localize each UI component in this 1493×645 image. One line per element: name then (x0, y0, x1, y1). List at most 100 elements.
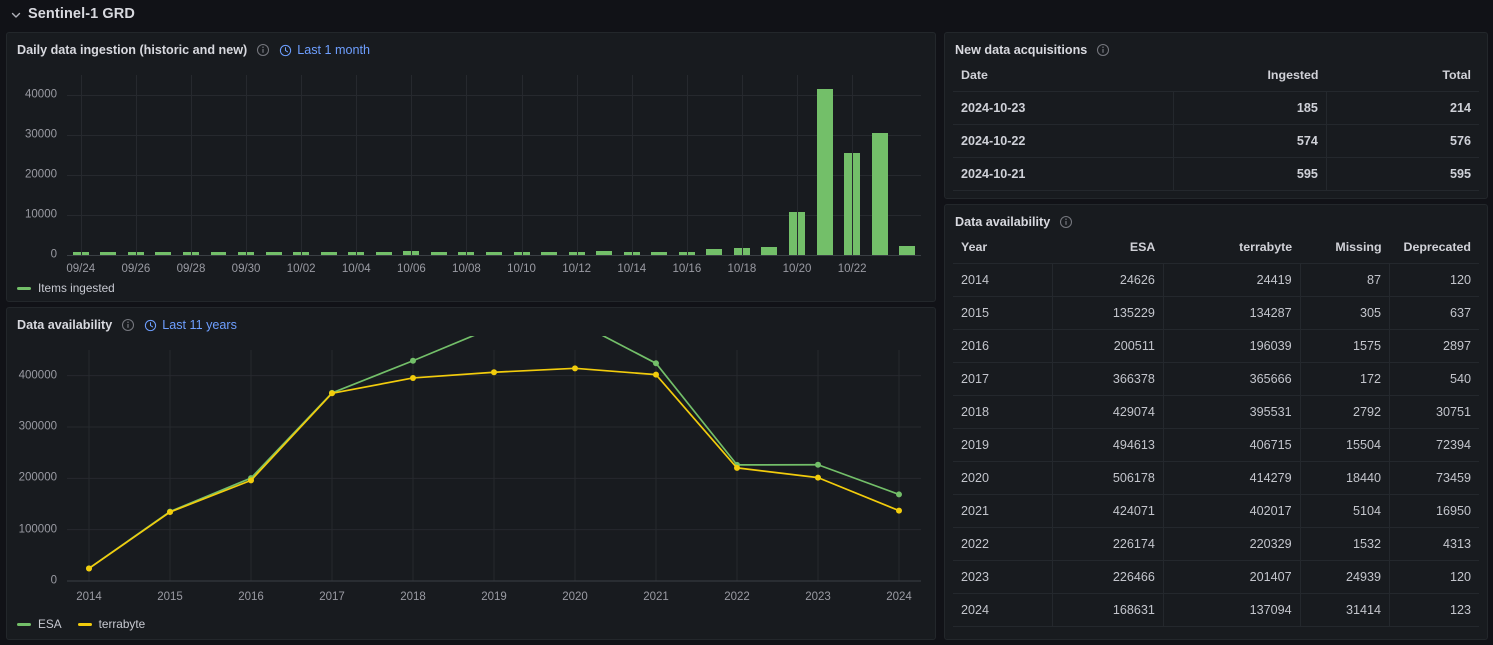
cell-deprecated: 73459 (1389, 461, 1479, 495)
cell-year: 2016 (953, 329, 1053, 363)
table-row: 2020 506178 414279 18440 73459 (953, 461, 1479, 495)
data-point[interactable] (896, 507, 902, 514)
x-axis-line (67, 255, 921, 256)
cell-date: 2024-10-22 (953, 124, 1174, 158)
cell-total: 576 (1325, 124, 1479, 158)
cell-year: 2024 (953, 593, 1053, 627)
panel-time-range[interactable]: Last 11 years (144, 318, 237, 332)
data-point[interactable] (653, 360, 659, 367)
x-axis-tick-label: 10/22 (837, 263, 867, 275)
info-circle-icon[interactable] (1096, 43, 1110, 57)
cell-terrabyte: 137094 (1162, 593, 1301, 627)
cell-ingested: 185 (1173, 91, 1327, 125)
bar[interactable] (761, 247, 778, 255)
data-point[interactable] (329, 390, 335, 397)
cell-missing: 87 (1299, 263, 1390, 297)
cell-esa: 226174 (1052, 527, 1164, 561)
gridline (67, 175, 921, 176)
panel-header: Data availability Last 11 years (7, 311, 935, 339)
x-axis-tick-label: 10/18 (727, 263, 757, 275)
cell-esa: 494613 (1052, 428, 1164, 462)
cell-deprecated: 637 (1389, 296, 1479, 330)
table-row: 2016 200511 196039 1575 2897 (953, 329, 1479, 363)
chevron-down-icon[interactable] (10, 9, 22, 21)
panel-daily-data-ingestion: Daily data ingestion (historic and new) … (6, 32, 936, 302)
x-axis-tick-label: 10/04 (341, 263, 371, 275)
line-chart-plot: 0 100000 200000 300000 400000 2014 2015 2016 201… (7, 336, 935, 639)
bar[interactable] (871, 133, 888, 255)
info-circle-icon[interactable] (1059, 215, 1073, 229)
data-point[interactable] (896, 491, 902, 498)
data-point[interactable] (491, 369, 497, 376)
legend-item[interactable]: Items ingested (17, 281, 115, 295)
panel-time-range[interactable]: Last 1 month (279, 43, 370, 57)
cell-esa: 135229 (1052, 296, 1164, 330)
panel-title: Data availability (17, 318, 113, 332)
info-circle-icon[interactable] (256, 43, 270, 57)
acquisitions-table: Date Ingested Total 2024-10-23 185 214 2024-1… (953, 64, 1479, 191)
availability-table: Year ESA terrabyte Missing Deprecated 2014 24… (953, 236, 1479, 627)
column-header-year[interactable]: Year (953, 236, 1053, 264)
cell-total: 214 (1325, 91, 1479, 125)
cell-deprecated: 4313 (1389, 527, 1479, 561)
column-header-date[interactable]: Date (953, 64, 1174, 92)
cell-year: 2019 (953, 428, 1053, 462)
bar[interactable] (899, 246, 916, 255)
data-point[interactable] (410, 374, 416, 381)
cell-terrabyte: 24419 (1162, 263, 1301, 297)
data-point[interactable] (815, 461, 821, 468)
cell-year: 2020 (953, 461, 1053, 495)
column-header-esa[interactable]: ESA (1053, 236, 1163, 264)
availability-table-wrap: Year ESA terrabyte Missing Deprecated 2014 24… (945, 236, 1487, 627)
data-point[interactable] (815, 474, 821, 481)
gridline (80, 75, 82, 255)
legend-item[interactable]: terrabyte (77, 617, 146, 631)
cell-missing: 305 (1299, 296, 1390, 330)
legend-color-swatch (17, 622, 31, 626)
column-header-terrabyte[interactable]: terrabyte (1163, 236, 1300, 264)
table-row: 2019 494613 406715 15504 72394 (953, 428, 1479, 462)
info-circle-icon[interactable] (121, 318, 135, 332)
cell-deprecated: 2897 (1389, 329, 1479, 363)
cell-terrabyte: 402017 (1162, 494, 1301, 528)
legend-label: terrabyte (98, 617, 146, 631)
table-row: 2024-10-23 185 214 (953, 91, 1479, 125)
cell-terrabyte: 220329 (1162, 527, 1301, 561)
cell-deprecated: 123 (1389, 593, 1479, 627)
cell-year: 2017 (953, 362, 1053, 396)
gridline (301, 75, 303, 255)
column-header-total[interactable]: Total (1326, 64, 1479, 92)
row-title: Sentinel-1 GRD (28, 6, 135, 22)
data-point[interactable] (86, 565, 92, 572)
legend-item[interactable]: ESA (17, 617, 62, 631)
acquisitions-table-wrap: Date Ingested Total 2024-10-23 185 214 2024-1… (945, 64, 1487, 191)
x-axis-tick-label: 10/02 (286, 263, 316, 275)
table-body: 2014 24626 24419 87 120 2015 135229 134287 305 63… (953, 263, 1479, 627)
dashboard-row-header[interactable]: Sentinel-1 GRD (0, 0, 135, 28)
bar[interactable] (816, 89, 833, 255)
clock-icon (279, 44, 292, 57)
data-point[interactable] (653, 371, 659, 378)
panel-title: Data availability (955, 215, 1051, 229)
y-axis-tick-label: 10000 (25, 208, 57, 221)
cell-terrabyte: 196039 (1162, 329, 1301, 363)
gridline (67, 135, 921, 136)
gridline (631, 75, 633, 255)
cell-deprecated: 16950 (1389, 494, 1479, 528)
data-point[interactable] (167, 509, 173, 516)
gridline (741, 75, 743, 255)
x-axis-tick-label: 10/12 (562, 263, 592, 275)
column-header-missing[interactable]: Missing (1300, 236, 1389, 264)
data-point[interactable] (410, 357, 416, 364)
data-point[interactable] (734, 464, 740, 471)
gridline (852, 75, 854, 255)
column-header-ingested[interactable]: Ingested (1174, 64, 1327, 92)
data-point[interactable] (572, 365, 578, 372)
chart-legend: Items ingested (17, 281, 115, 295)
data-point[interactable] (248, 477, 254, 484)
panel-header: Data availability (945, 208, 1487, 236)
cell-esa: 24626 (1052, 263, 1164, 297)
column-header-deprecated[interactable]: Deprecated (1390, 236, 1479, 264)
table-row: 2024 168631 137094 31414 123 (953, 593, 1479, 627)
dashboard: Sentinel-1 GRD Daily data ingestion (his… (0, 0, 1493, 645)
